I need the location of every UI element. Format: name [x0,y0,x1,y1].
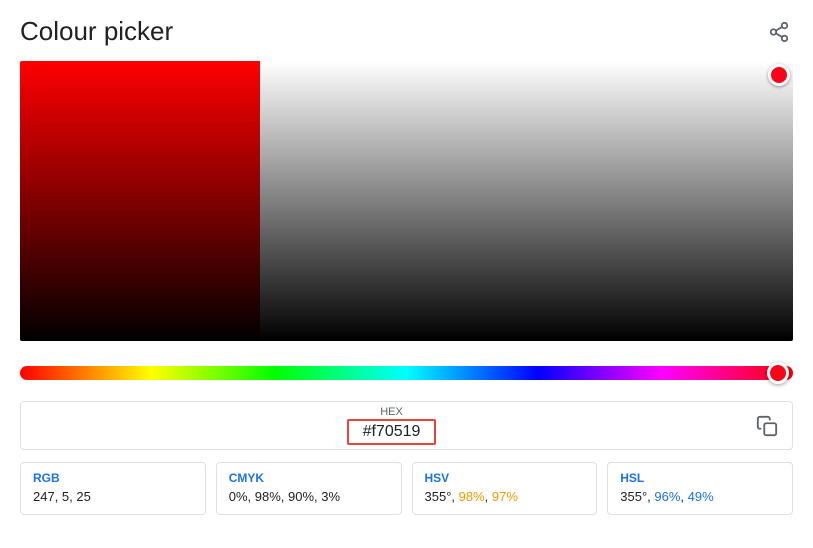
hsv-colored1: 98% [459,489,485,504]
left-black-overlay [20,61,260,341]
hsv-box[interactable]: HSV 355°, 98%, 97% [412,462,598,515]
gradient-panel [260,61,793,341]
hsl-mid: , [680,489,687,504]
hsl-plain: 355°, [620,489,654,504]
hue-slider-track[interactable] [20,366,793,380]
hsl-colored1: 96% [654,489,680,504]
hue-slider-container [20,359,793,387]
hsv-colored2: 97% [492,489,518,504]
hsv-label: HSV [425,471,585,485]
copy-icon[interactable] [752,411,782,441]
hsl-box[interactable]: HSL 355°, 96%, 49% [607,462,793,515]
hex-value[interactable]: #f70519 [347,419,437,445]
header: Colour picker [20,16,793,47]
values-row: RGB 247, 5, 25 CMYK 0%, 98%, 90%, 3% HSV… [20,462,793,515]
color-gradient-area[interactable] [20,61,793,341]
black-gradient [260,61,793,341]
hex-label-value: HEX #f70519 [31,406,752,445]
hsl-value: 355°, 96%, 49% [620,489,713,504]
hue-slider-thumb[interactable] [767,362,789,384]
color-picker-thumb[interactable] [768,64,790,86]
share-icon[interactable] [765,18,793,46]
rgb-box[interactable]: RGB 247, 5, 25 [20,462,206,515]
rgb-label: RGB [33,471,193,485]
colour-picker-container: Colour picker HEX [0,0,813,535]
hsv-value: 355°, 98%, 97% [425,489,518,504]
page-title: Colour picker [20,16,173,47]
hsl-label: HSL [620,471,780,485]
cmyk-label: CMYK [229,471,389,485]
hsv-plain: 355°, [425,489,459,504]
rgb-value: 247, 5, 25 [33,489,91,504]
hsv-mid: , [485,489,492,504]
cmyk-box[interactable]: CMYK 0%, 98%, 90%, 3% [216,462,402,515]
hex-label: HEX [31,406,752,418]
cmyk-value-text: 0%, 98%, 90%, 3% [229,489,340,504]
cmyk-value: 0%, 98%, 90%, 3% [229,489,340,504]
hsl-colored2: 49% [688,489,714,504]
hex-row: HEX #f70519 [20,401,793,450]
